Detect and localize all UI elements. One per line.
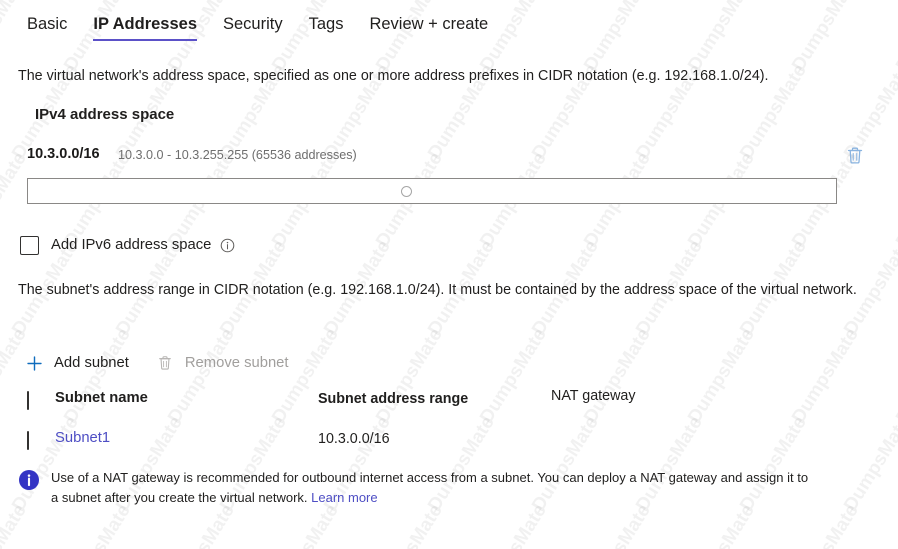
nat-gateway-info-banner: Use of a NAT gateway is recommended for … (18, 468, 868, 507)
subnet-toolbar: Add subnet Remove subnet (24, 350, 289, 376)
table-header-row: Subnet name Subnet address range NAT gat… (0, 390, 898, 430)
address-space-range-bar[interactable] (27, 178, 837, 204)
ipv4-address-space-heading: IPv4 address space (35, 106, 174, 123)
trash-icon (155, 353, 175, 373)
select-all-subnets-checkbox[interactable] (27, 392, 29, 410)
add-ipv6-address-space-row[interactable]: Add IPv6 address space (20, 234, 235, 256)
ipv4-range-text: 10.3.0.0 - 10.3.255.255 (65536 addresses… (118, 148, 357, 162)
column-header-subnet-name: Subnet name (55, 390, 148, 406)
learn-more-link[interactable]: Learn more (311, 490, 377, 505)
address-space-bar-marker[interactable] (401, 186, 412, 197)
subnet-range-description: The subnet's address range in CIDR notat… (18, 280, 863, 301)
tab-label: IP Addresses (93, 15, 197, 33)
subnet-address-range-value: 10.3.0.0/16 (318, 431, 390, 447)
ipv4-address-row: 10.3.0.0/16 10.3.0.0 - 10.3.255.255 (655… (0, 146, 898, 168)
plus-icon (24, 353, 44, 373)
column-header-nat-gateway: NAT gateway (551, 388, 636, 404)
delete-address-space-icon[interactable] (845, 145, 865, 167)
info-banner-message: Use of a NAT gateway is recommended for … (51, 470, 808, 505)
tab-label: Basic (27, 15, 67, 33)
tab-security[interactable]: Security (223, 14, 283, 41)
subnet-name-link[interactable]: Subnet1 (55, 430, 110, 446)
tab-tags[interactable]: Tags (309, 14, 344, 41)
info-banner-text: Use of a NAT gateway is recommended for … (51, 468, 811, 507)
tab-basic[interactable]: Basic (27, 14, 67, 41)
add-subnet-label: Add subnet (54, 355, 129, 371)
address-space-description: The virtual network's address space, spe… (18, 66, 878, 87)
info-icon[interactable] (220, 238, 235, 253)
add-ipv6-checkbox[interactable] (20, 236, 39, 255)
remove-subnet-button[interactable]: Remove subnet (155, 353, 289, 373)
tab-ip-addresses[interactable]: IP Addresses (93, 14, 197, 41)
add-subnet-button[interactable]: Add subnet (24, 353, 129, 373)
row-select-checkbox[interactable] (27, 432, 29, 450)
table-row[interactable]: Subnet1 10.3.0.0/16 (0, 430, 898, 470)
column-header-subnet-address-range: Subnet address range (318, 391, 468, 407)
page-root: Basic IP Addresses Security Tags Review … (0, 0, 898, 549)
ipv4-cidr-value[interactable]: 10.3.0.0/16 (27, 146, 100, 162)
tab-label: Review + create (369, 15, 488, 33)
tab-active-underline (93, 39, 197, 42)
tab-label: Security (223, 15, 283, 33)
tab-review-create[interactable]: Review + create (369, 14, 488, 41)
subnet-table: Subnet name Subnet address range NAT gat… (0, 390, 898, 470)
content-layer: Basic IP Addresses Security Tags Review … (0, 0, 898, 549)
tab-label: Tags (309, 15, 344, 33)
remove-subnet-label: Remove subnet (185, 355, 289, 371)
wizard-tab-bar: Basic IP Addresses Security Tags Review … (0, 14, 898, 48)
add-ipv6-label: Add IPv6 address space (51, 237, 211, 253)
info-circle-filled-icon (18, 469, 40, 491)
